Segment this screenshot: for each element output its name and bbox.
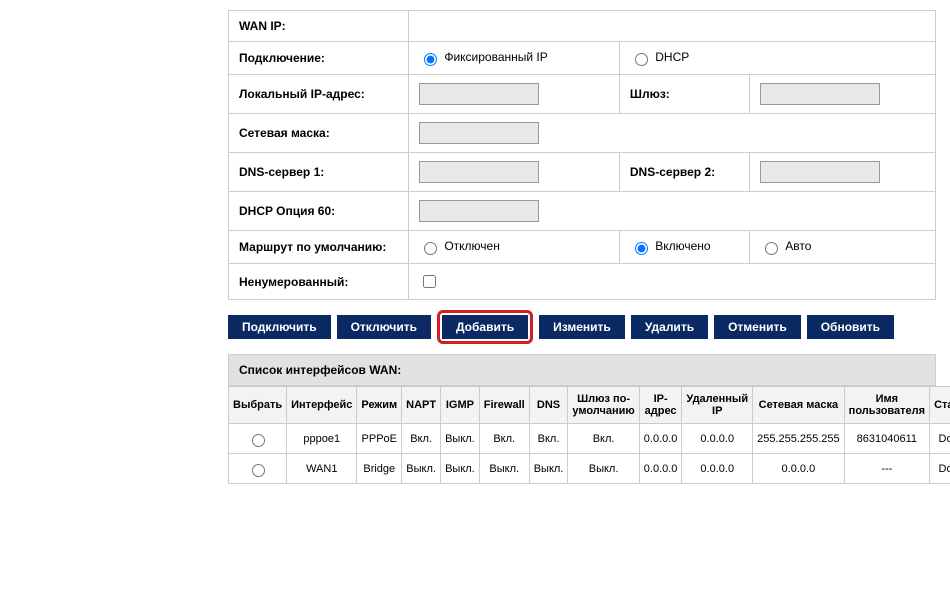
action-buttons: Подключить Отключить Добавить Изменить У… [228, 300, 936, 354]
th-iface: Интерфейс [287, 387, 357, 424]
row-select [229, 454, 287, 484]
th-igmp: IGMP [441, 387, 480, 424]
netmask-label: Сетевая маска: [229, 114, 409, 153]
row-ip: 0.0.0.0 [639, 424, 682, 454]
route-auto-radio[interactable] [765, 242, 778, 255]
netmask-input[interactable] [419, 122, 539, 144]
row-remote-ip: 0.0.0.0 [682, 424, 753, 454]
dns1-label: DNS-сервер 1: [229, 153, 409, 192]
th-napt: NAPT [402, 387, 441, 424]
row-status: Down [930, 424, 950, 454]
row-firewall: Вкл. [479, 424, 529, 454]
th-status: Статус [930, 387, 950, 424]
dns2-label: DNS-сервер 2: [619, 153, 749, 192]
delete-button[interactable]: Удалить [631, 315, 708, 339]
th-user: Имя пользователя [844, 387, 929, 424]
th-mask: Сетевая маска [753, 387, 845, 424]
dhcp-option[interactable]: DHCP [630, 50, 689, 64]
wan-list-title: Список интерфейсов WAN: [228, 354, 936, 386]
row-gateway: Вкл. [568, 424, 639, 454]
route-on-option[interactable]: Включено [630, 239, 711, 253]
row-dns: Вкл. [529, 424, 568, 454]
th-firewall: Firewall [479, 387, 529, 424]
unnumbered-label: Ненумерованный: [229, 264, 409, 300]
local-ip-label: Локальный IP-адрес: [229, 75, 409, 114]
row-igmp: Выкл. [441, 454, 480, 484]
th-dns: DNS [529, 387, 568, 424]
row-iface: WAN1 [287, 454, 357, 484]
change-button[interactable]: Изменить [539, 315, 625, 339]
route-off-radio[interactable] [424, 242, 437, 255]
row-mode: PPPoE [357, 424, 402, 454]
wan-ip-label: WAN IP: [229, 11, 409, 42]
add-button-highlight: Добавить [437, 310, 533, 344]
th-remote-ip: Удаленный IP [682, 387, 753, 424]
row-mask: 255.255.255.255 [753, 424, 845, 454]
row-select-radio[interactable] [252, 464, 265, 477]
refresh-button[interactable]: Обновить [807, 315, 894, 339]
route-auto-option[interactable]: Авто [760, 239, 812, 253]
cancel-button[interactable]: Отменить [714, 315, 801, 339]
row-napt: Выкл. [402, 454, 441, 484]
dhcp-radio[interactable] [635, 53, 648, 66]
route-on-radio[interactable] [635, 242, 648, 255]
row-gateway: Выкл. [568, 454, 639, 484]
row-firewall: Выкл. [479, 454, 529, 484]
wan-interfaces-table: Выбрать Интерфейс Режим NAPT IGMP Firewa… [228, 386, 950, 484]
connection-label: Подключение: [229, 42, 409, 75]
row-ip: 0.0.0.0 [639, 454, 682, 484]
row-igmp: Выкл. [441, 424, 480, 454]
dhcp-opt60-input[interactable] [419, 200, 539, 222]
add-button[interactable]: Добавить [442, 315, 528, 339]
fixed-ip-option[interactable]: Фиксированный IP [419, 50, 548, 64]
row-napt: Вкл. [402, 424, 441, 454]
connect-button[interactable]: Подключить [228, 315, 331, 339]
row-select [229, 424, 287, 454]
th-mode: Режим [357, 387, 402, 424]
dns2-input[interactable] [760, 161, 880, 183]
default-route-label: Маршрут по умолчанию: [229, 231, 409, 264]
dns1-input[interactable] [419, 161, 539, 183]
th-ip: IP-адрес [639, 387, 682, 424]
row-dns: Выкл. [529, 454, 568, 484]
table-row: pppoe1PPPoEВкл.Выкл.Вкл.Вкл.Вкл.0.0.0.00… [229, 424, 950, 454]
disconnect-button[interactable]: Отключить [337, 315, 431, 339]
table-row: WAN1BridgeВыкл.Выкл.Выкл.Выкл.Выкл.0.0.0… [229, 454, 950, 484]
th-gateway: Шлюз по-умолчанию [568, 387, 639, 424]
unnumbered-checkbox[interactable] [423, 275, 436, 288]
row-user: 8631040611 [844, 424, 929, 454]
route-off-option[interactable]: Отключен [419, 239, 500, 253]
gateway-label: Шлюз: [619, 75, 749, 114]
wan-ip-form: WAN IP: Подключение: Фиксированный IP DH… [228, 10, 936, 300]
row-mask: 0.0.0.0 [753, 454, 845, 484]
row-iface: pppoe1 [287, 424, 357, 454]
dhcp-opt60-label: DHCP Опция 60: [229, 192, 409, 231]
row-remote-ip: 0.0.0.0 [682, 454, 753, 484]
fixed-ip-radio[interactable] [424, 53, 437, 66]
row-mode: Bridge [357, 454, 402, 484]
row-select-radio[interactable] [252, 434, 265, 447]
th-select: Выбрать [229, 387, 287, 424]
gateway-input[interactable] [760, 83, 880, 105]
local-ip-input[interactable] [419, 83, 539, 105]
row-user: --- [844, 454, 929, 484]
row-status: Down [930, 454, 950, 484]
